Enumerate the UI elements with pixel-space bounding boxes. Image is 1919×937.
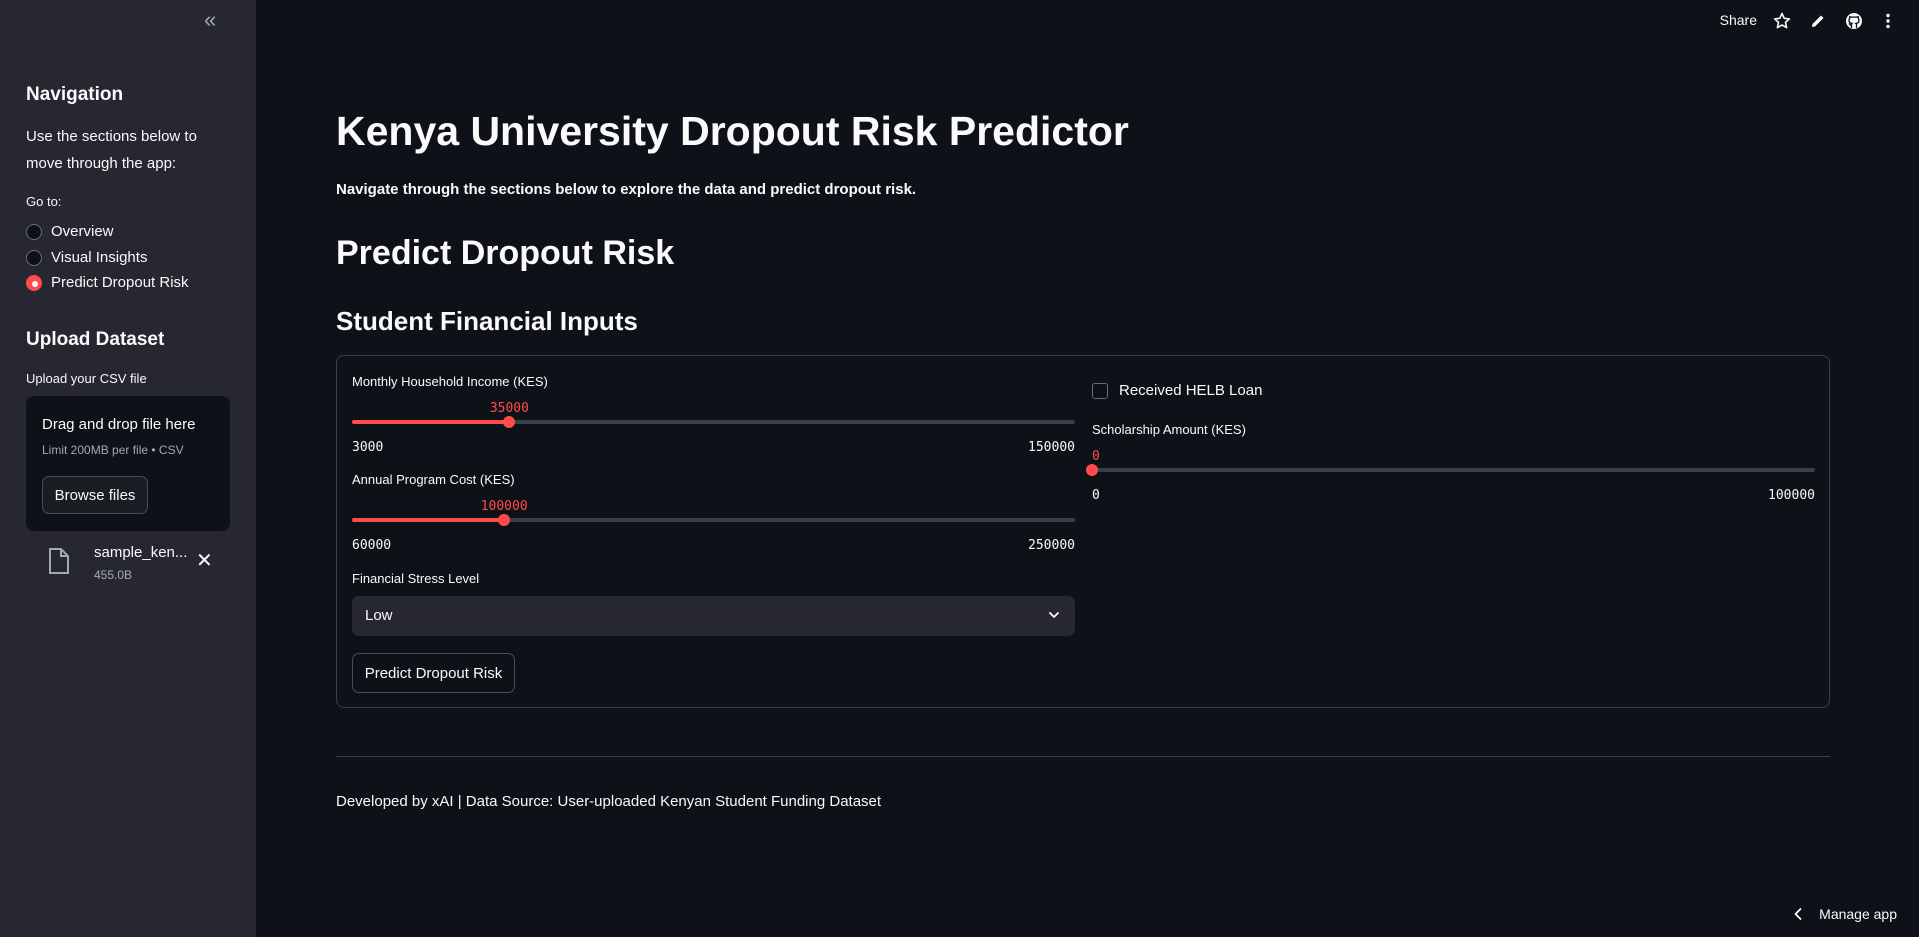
cost-slider-label: Annual Program Cost (KES) (352, 472, 515, 487)
radio-visual-insights[interactable]: Visual Insights (26, 249, 147, 266)
slider-min: 3000 (352, 440, 384, 455)
slider-track (1092, 468, 1815, 472)
star-icon[interactable] (1773, 12, 1791, 30)
browse-files-button[interactable]: Browse files (42, 476, 148, 514)
slider-fill (352, 518, 505, 522)
slider-max: 250000 (1028, 538, 1075, 553)
slider-min: 0 (1092, 488, 1100, 503)
slider-max: 100000 (1768, 488, 1815, 503)
manage-app-label: Manage app (1819, 906, 1897, 922)
file-dropzone[interactable]: Drag and drop file here Limit 200MB per … (26, 396, 230, 531)
chevron-down-icon (1049, 612, 1059, 618)
radio-overview[interactable]: Overview (26, 223, 114, 240)
stress-level-select[interactable]: Low (352, 596, 1075, 636)
upload-heading: Upload Dataset (26, 329, 165, 350)
stress-level-label: Financial Stress Level (352, 571, 480, 586)
slider-min: 60000 (352, 538, 392, 553)
scholarship-slider[interactable]: 0 0 100000 (1086, 443, 1815, 503)
navigation-description: Use the sections below to move through t… (26, 128, 197, 172)
more-icon[interactable] (1879, 12, 1897, 30)
file-icon (49, 548, 69, 574)
footer-text: Developed by xAI | Data Source: User-upl… (336, 793, 882, 810)
remove-file-icon[interactable]: ✕ (196, 548, 213, 573)
income-slider[interactable]: 35000 3000 150000 (352, 395, 1075, 455)
radio-predict-dropout-risk[interactable]: Predict Dropout Risk (26, 274, 189, 291)
chevron-left-icon (1794, 908, 1802, 920)
select-value: Low (365, 607, 393, 624)
slider-thumb[interactable] (1086, 464, 1098, 476)
collapse-sidebar-icon[interactable]: « (204, 9, 226, 32)
form-title: Student Financial Inputs (336, 306, 638, 336)
dropzone-title: Drag and drop file here (42, 416, 196, 433)
radio-unselected-icon (26, 223, 42, 240)
navigation-heading: Navigation (26, 84, 124, 105)
slider-fill (352, 420, 510, 424)
financial-inputs-form: Monthly Household Income (KES) 35000 300… (336, 355, 1830, 708)
page-title: Kenya University Dropout Risk Predictor (336, 108, 1129, 154)
income-slider-label: Monthly Household Income (KES) (352, 374, 548, 389)
scholarship-slider-label: Scholarship Amount (KES) (1092, 422, 1246, 437)
radio-label: Overview (51, 223, 114, 240)
file-size: 455.0B (94, 568, 133, 582)
upload-label: Upload your CSV file (26, 371, 147, 386)
cost-slider[interactable]: 100000 60000 250000 (352, 493, 1075, 553)
file-name: sample_ken... (94, 544, 188, 561)
radio-label: Visual Insights (51, 249, 148, 266)
section-title: Predict Dropout Risk (336, 234, 675, 272)
dropzone-limit: Limit 200MB per file • CSV (42, 443, 184, 457)
predict-button[interactable]: Predict Dropout Risk (352, 653, 515, 693)
edit-icon[interactable] (1809, 12, 1827, 30)
divider (336, 756, 1830, 757)
helb-loan-checkbox[interactable]: Received HELB Loan (1092, 382, 1262, 399)
goto-label: Go to: (26, 194, 62, 209)
checkbox-label: Received HELB Loan (1119, 382, 1263, 399)
slider-max: 150000 (1028, 440, 1075, 455)
share-button[interactable]: Share (1720, 12, 1757, 28)
slider-value: 0 (1092, 449, 1100, 464)
slider-thumb[interactable] (503, 416, 516, 428)
radio-unselected-icon (26, 249, 42, 266)
slider-value: 100000 (480, 499, 528, 514)
uploaded-file: sample_ken... 455.0B ✕ (26, 540, 230, 590)
github-icon[interactable] (1845, 12, 1863, 30)
page-subtitle: Navigate through the sections below to e… (336, 181, 917, 198)
sidebar: « Navigation Use the sections below to m… (0, 0, 256, 937)
manage-app-button[interactable]: Manage app (1793, 906, 1897, 922)
checkbox-box-icon (1092, 382, 1108, 399)
slider-thumb[interactable] (498, 514, 511, 526)
slider-value: 35000 (489, 401, 529, 416)
radio-selected-icon (26, 274, 42, 291)
toolbar: Share (1519, 0, 1919, 44)
radio-label: Predict Dropout Risk (51, 274, 189, 291)
